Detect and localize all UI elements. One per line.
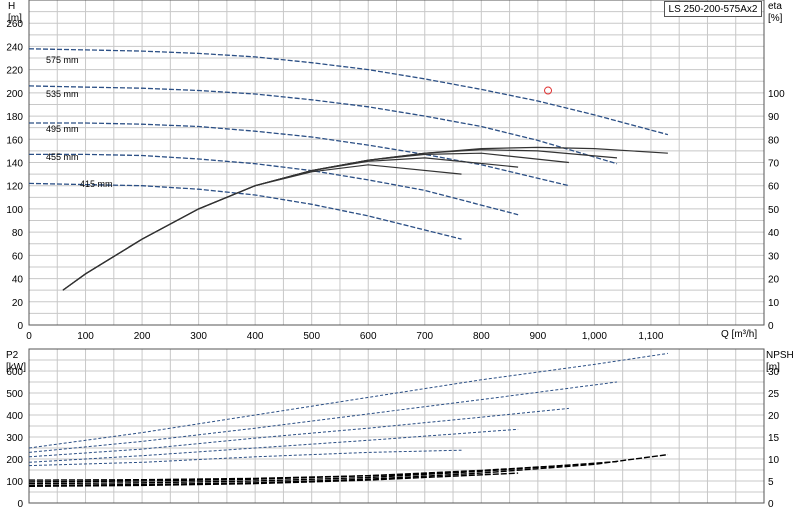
- eta-tick-label: 40: [768, 228, 780, 239]
- curve-label-495: 495 mm: [46, 124, 79, 134]
- x-tick-label: 400: [247, 331, 264, 342]
- power-tick-label: 400: [6, 411, 23, 422]
- x-tick-label: 700: [416, 331, 433, 342]
- head-tick-label: 60: [12, 251, 24, 262]
- head-tick-label: 140: [6, 159, 23, 170]
- eta-tick-label: 30: [768, 251, 780, 262]
- head-tick-label: 120: [6, 182, 23, 193]
- power-tick-label: 200: [6, 455, 23, 466]
- x-tick-label: 600: [360, 331, 377, 342]
- x-tick-label: 100: [77, 331, 94, 342]
- head-tick-label: 40: [12, 275, 24, 286]
- head-tick-label: 200: [6, 89, 23, 100]
- x-tick-label: 1,100: [638, 331, 663, 342]
- npsh-tick-label: 5: [768, 477, 774, 488]
- pump-curve-chart: 0 100 200 300 400 500 600 700 800 900 1,000 1,10002…: [6, 0, 794, 510]
- head-curve-575: [28, 48, 669, 136]
- npsh-tick-label: 10: [768, 455, 780, 466]
- x-tick-label: 300: [190, 331, 207, 342]
- head-tick-label: 220: [6, 66, 23, 77]
- power-curve-575: [28, 352, 668, 449]
- eta-tick-label: 20: [768, 275, 780, 286]
- head-axis-unit: [m]: [8, 13, 22, 24]
- head-tick-label: 20: [12, 298, 24, 309]
- head-tick-label: 80: [12, 228, 24, 239]
- x-tick-label: 200: [134, 331, 151, 342]
- curve-label-415: 415 mm: [80, 179, 113, 189]
- power-axis-symbol: P2: [6, 350, 19, 361]
- npsh-tick-label: 0: [768, 499, 774, 510]
- x-tick-label: 0: [26, 331, 32, 342]
- eta-tick-label: 90: [768, 112, 780, 123]
- eta-tick-label: 80: [768, 135, 780, 146]
- grid-lines: [28, 0, 765, 504]
- npsh-axis-unit: [m]: [766, 362, 780, 373]
- curve-label-575: 575 mm: [46, 55, 79, 65]
- power-tick-label: 100: [6, 477, 23, 488]
- efficiency-curve: [62, 164, 462, 291]
- eta-tick-label: 0: [768, 321, 774, 332]
- pump-model-title: LS 250-200-575Ax2: [664, 1, 762, 17]
- data-series: [28, 48, 669, 487]
- eta-tick-label: 60: [768, 182, 780, 193]
- head-tick-label: 160: [6, 135, 23, 146]
- eta-tick-label: 10: [768, 298, 780, 309]
- curve-label-455: 455 mm: [46, 152, 79, 162]
- efficiency-curve: [62, 146, 668, 291]
- efficiency-curve: [62, 157, 519, 291]
- power-tick-label: 0: [17, 499, 23, 510]
- eta-tick-label: 50: [768, 205, 780, 216]
- x-tick-label: 900: [530, 331, 547, 342]
- head-tick-label: 180: [6, 112, 23, 123]
- power-tick-label: 500: [6, 389, 23, 400]
- head-tick-label: 240: [6, 42, 23, 53]
- x-tick-label: 1,000: [582, 331, 607, 342]
- npsh-tick-label: 25: [768, 389, 780, 400]
- flow-axis-label: Q [m³/h]: [721, 329, 757, 340]
- head-tick-label: 0: [17, 321, 23, 332]
- npsh-axis-symbol: NPSH: [766, 350, 794, 361]
- x-tick-label: 800: [473, 331, 490, 342]
- head-tick-label: 100: [6, 205, 23, 216]
- npsh-tick-label: 15: [768, 433, 780, 444]
- eta-tick-label: 70: [768, 159, 780, 170]
- x-tick-label: 500: [303, 331, 320, 342]
- eta-axis-symbol: eta: [768, 1, 782, 12]
- eta-axis-unit: [%]: [768, 13, 783, 24]
- npsh-tick-label: 20: [768, 411, 780, 422]
- power-curve-495: [28, 407, 569, 458]
- eta-tick-label: 100: [768, 89, 785, 100]
- power-axis-unit: [kW]: [6, 362, 26, 373]
- head-axis-symbol: H: [8, 1, 15, 12]
- power-curve-455: [28, 428, 519, 463]
- head-curve-535: [28, 85, 618, 165]
- curve-label-535: 535 mm: [46, 89, 79, 99]
- power-tick-label: 300: [6, 433, 23, 444]
